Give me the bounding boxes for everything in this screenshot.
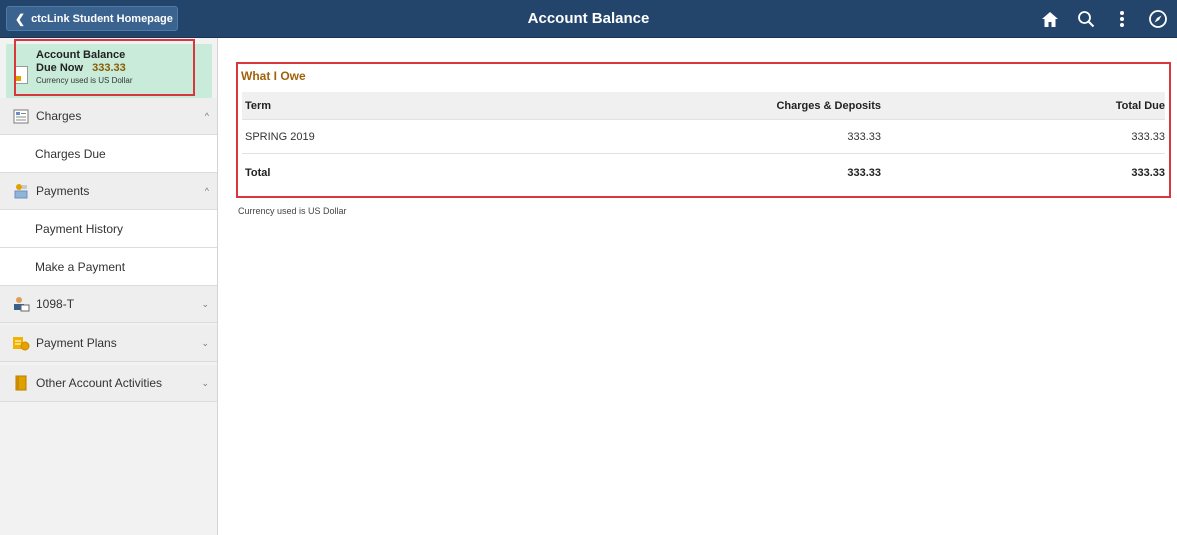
section-title: What I Owe — [241, 69, 306, 83]
sidebar-item-label: 1098-T — [36, 297, 75, 311]
chevron-down-icon: ⌄ — [201, 298, 209, 309]
home-icon[interactable] — [1039, 8, 1061, 30]
sidebar-item-charges[interactable]: Charges ^ — [0, 98, 217, 135]
total-label: Total — [245, 166, 271, 179]
charges-cell: 333.33 — [847, 130, 881, 143]
currency-note: Currency used is US Dollar — [238, 206, 347, 216]
payments-icon — [12, 183, 30, 199]
sidebar-item-label: Make a Payment — [35, 259, 126, 274]
column-header-total-due[interactable]: Total Due — [1116, 92, 1165, 119]
chevron-up-icon: ^ — [204, 186, 209, 196]
sidebar-item-payment-history[interactable]: Payment History — [0, 210, 217, 248]
sidebar-item-label: Payment Plans — [36, 336, 117, 350]
column-header-term[interactable]: Term — [245, 92, 271, 119]
table-header-row: Term Charges & Deposits Total Due — [242, 92, 1165, 120]
compass-icon[interactable] — [1147, 8, 1169, 30]
table-row[interactable]: SPRING 2019 333.33 333.33 — [242, 120, 1165, 154]
term-cell: SPRING 2019 — [245, 130, 315, 143]
chevron-left-icon: ❮ — [15, 11, 26, 26]
charges-icon — [12, 108, 30, 124]
table-total-row: Total 333.33 333.33 — [242, 154, 1165, 191]
chevron-up-icon: ^ — [204, 111, 209, 121]
sidebar-item-label: Other Account Activities — [36, 376, 163, 390]
total-due-cell: 333.33 — [1131, 130, 1165, 143]
sidebar-item-charges-due[interactable]: Charges Due — [0, 135, 217, 173]
tax-form-icon — [12, 296, 30, 312]
owe-table: Term Charges & Deposits Total Due SPRING… — [242, 92, 1165, 191]
header-actions — [1039, 7, 1169, 31]
sidebar-item-make-a-payment[interactable]: Make a Payment — [0, 248, 217, 286]
sidebar-item-label: Charges Due — [35, 146, 106, 161]
sidebar-item-label: Charges — [36, 109, 82, 123]
column-header-charges[interactable]: Charges & Deposits — [776, 92, 881, 119]
chevron-down-icon: ⌄ — [201, 337, 209, 348]
sidebar-item-label: Payment History — [35, 221, 124, 236]
sidebar: Account Balance Due Now 333.33 Currency … — [0, 38, 218, 535]
sidebar-item-other-account-activities[interactable]: Other Account Activities ⌄ — [0, 365, 217, 402]
more-vertical-icon[interactable] — [1111, 8, 1133, 30]
back-to-homepage-button[interactable]: ❮ ctcLink Student Homepage — [6, 6, 178, 31]
top-banner: ❮ ctcLink Student Homepage Account Balan… — [0, 0, 1177, 38]
sidebar-item-label: Payments — [36, 184, 90, 198]
sidebar-item-payments[interactable]: Payments ^ — [0, 173, 217, 210]
summary-highlight-box — [14, 39, 195, 96]
back-button-label: ctcLink Student Homepage — [31, 12, 173, 25]
search-icon[interactable] — [1075, 8, 1097, 30]
sidebar-item-payment-plans[interactable]: Payment Plans ⌄ — [0, 325, 217, 362]
total-charges: 333.33 — [847, 166, 881, 179]
other-activities-icon — [12, 375, 30, 391]
what-i-owe-panel: What I Owe Term Charges & Deposits Total… — [236, 62, 1171, 198]
sidebar-item-1098-t[interactable]: 1098-T ⌄ — [0, 286, 217, 323]
total-due: 333.33 — [1131, 166, 1165, 179]
payment-plans-icon — [12, 335, 30, 351]
chevron-down-icon: ⌄ — [201, 377, 209, 388]
